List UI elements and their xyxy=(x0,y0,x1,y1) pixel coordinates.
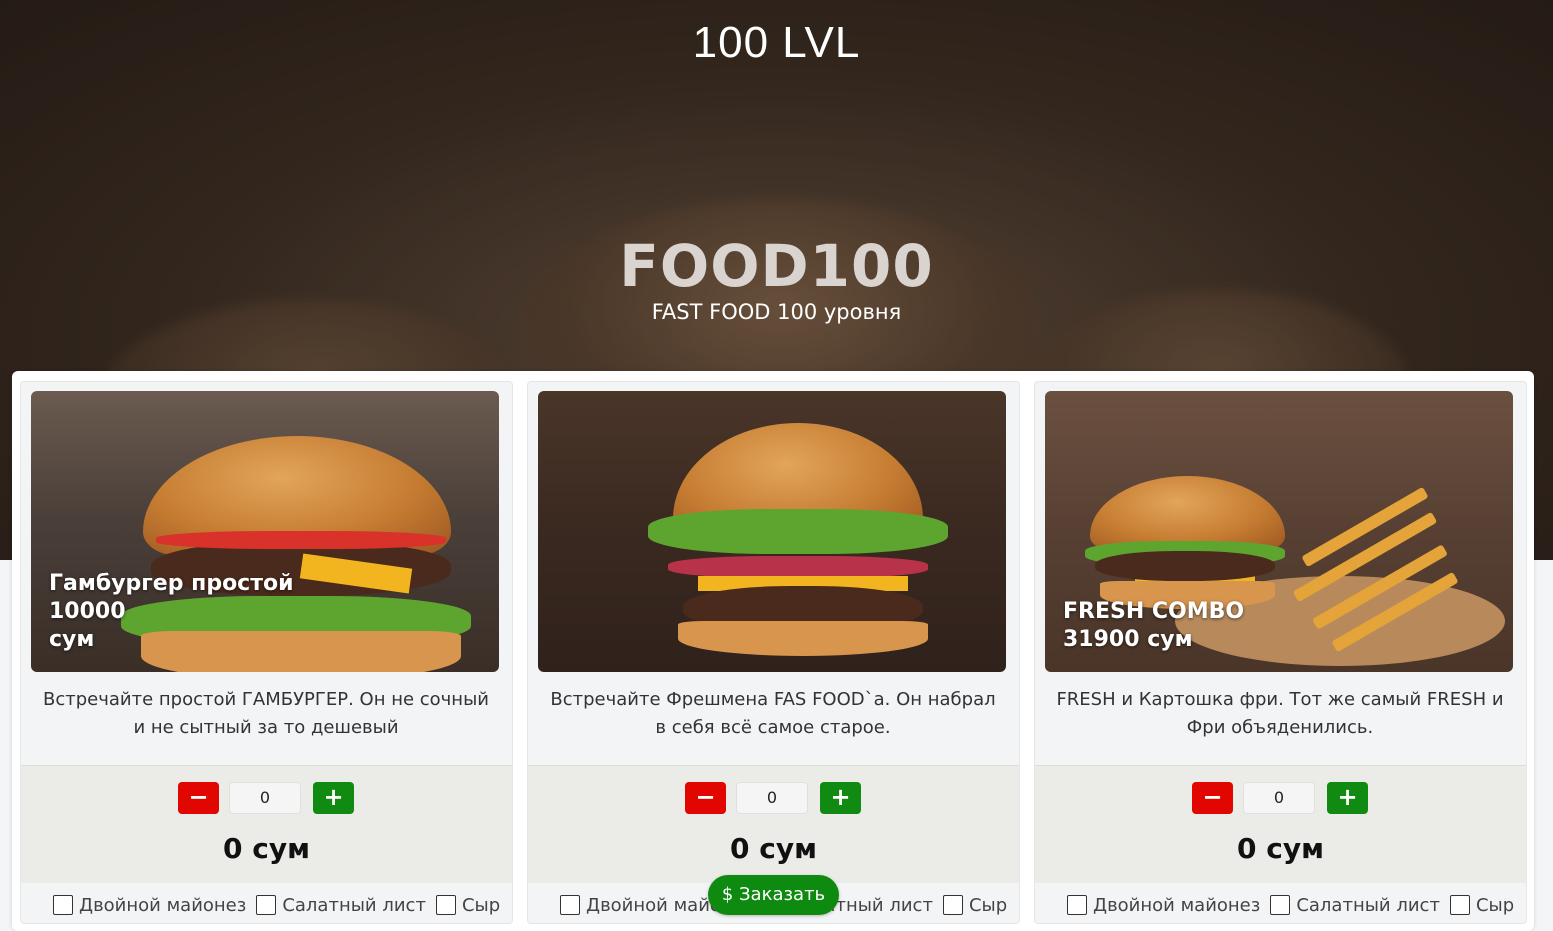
tagline: FAST FOOD 100 уровня xyxy=(651,300,902,324)
option-label: Двойной майонез xyxy=(1093,894,1261,916)
option-cheese[interactable]: Сыр xyxy=(435,894,501,916)
decrease-button[interactable]: − xyxy=(178,782,219,814)
product-description: FRESH и Картошка фри. Тот же самый FRESH… xyxy=(1056,689,1504,738)
order-controls: − 0 + 0 сум xyxy=(21,765,512,883)
product-total: 0 сум xyxy=(730,832,817,865)
option-label: Сыр xyxy=(461,894,501,916)
product-image: FRESH COMBO 31900 сум xyxy=(1045,391,1513,672)
increase-button[interactable]: + xyxy=(820,782,861,814)
option-label: Сыр xyxy=(1475,894,1515,916)
order-button-label: Заказать xyxy=(739,884,826,905)
option-cheese[interactable]: Сыр xyxy=(942,894,1008,916)
checkbox[interactable] xyxy=(53,895,73,915)
brand-name: FOOD100 xyxy=(619,232,934,300)
option-label: Сыр xyxy=(968,894,1008,916)
product-image xyxy=(538,391,1006,672)
dollar-icon: $ xyxy=(721,884,734,905)
product-total: 0 сум xyxy=(223,832,310,865)
checkbox[interactable] xyxy=(942,895,963,915)
checkbox[interactable] xyxy=(1449,895,1470,915)
site-title: 100 LVL xyxy=(692,18,861,67)
order-button[interactable]: $ Заказать xyxy=(708,875,839,915)
order-controls: − 0 + 0 сум xyxy=(1035,765,1526,883)
options-list: Двойной майонез Салатный лист Сыр xyxy=(53,892,510,918)
product-image: Гамбургер простой 10000 сум xyxy=(31,391,499,672)
decrease-button[interactable]: − xyxy=(685,782,726,814)
checkbox[interactable] xyxy=(435,895,456,915)
checkbox[interactable] xyxy=(256,895,277,915)
option-double-mayo[interactable]: Двойной майонез xyxy=(53,895,246,916)
checkbox[interactable] xyxy=(1067,895,1087,915)
product-description: Встречайте простой ГАМБУРГЕР. Он не сочн… xyxy=(43,689,489,738)
product-card: Гамбургер простой 10000 сум Встречайте п… xyxy=(20,381,513,924)
option-double-mayo[interactable]: Двойной майонез xyxy=(1067,895,1260,916)
option-lettuce[interactable]: Салатный лист xyxy=(256,895,426,916)
options-list: Двойной майонез Салатный лист Сыр xyxy=(1067,892,1524,918)
product-caption: Гамбургер простой 10000 сум xyxy=(49,571,294,652)
increase-button[interactable]: + xyxy=(1327,782,1368,814)
option-lettuce[interactable]: Салатный лист xyxy=(1270,895,1440,916)
product-caption: FRESH COMBO 31900 сум xyxy=(1063,599,1245,652)
increase-button[interactable]: + xyxy=(313,782,354,814)
option-label: Салатный лист xyxy=(1296,894,1440,916)
decrease-button[interactable]: − xyxy=(1192,782,1233,814)
product-card: Встречайте Фрешмена FAS FOOD`a. Он набра… xyxy=(527,381,1020,924)
checkbox[interactable] xyxy=(1270,895,1291,915)
option-cheese[interactable]: Сыр xyxy=(1449,894,1515,916)
order-controls: − 0 + 0 сум xyxy=(528,765,1019,883)
option-label: Салатный лист xyxy=(282,894,426,916)
product-total: 0 сум xyxy=(1237,832,1324,865)
quantity-field[interactable]: 0 xyxy=(229,782,301,814)
product-description: Встречайте Фрешмена FAS FOOD`a. Он набра… xyxy=(550,689,996,738)
quantity-field[interactable]: 0 xyxy=(1243,782,1315,814)
checkbox[interactable] xyxy=(560,895,580,915)
quantity-field[interactable]: 0 xyxy=(736,782,808,814)
product-card: FRESH COMBO 31900 сум FRESH и Картошка ф… xyxy=(1034,381,1527,924)
option-label: Двойной майонез xyxy=(79,894,247,916)
